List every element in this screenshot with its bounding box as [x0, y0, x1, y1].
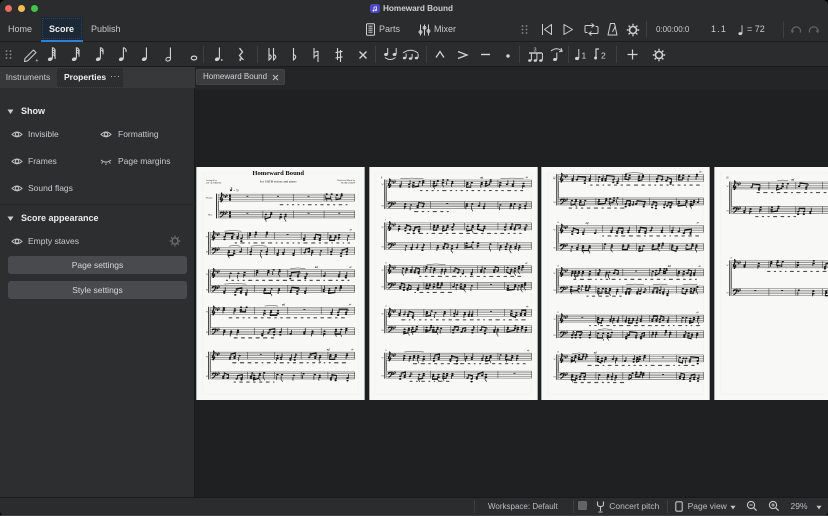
svg-text:1: 1	[582, 51, 587, 61]
svg-text:M: M	[726, 211, 728, 213]
svg-text:M: M	[381, 206, 383, 208]
svg-text:Homeward Bound: Homeward Bound	[253, 170, 305, 177]
svg-text:Arranged by: Arranged by	[206, 179, 218, 182]
svg-text:M: M	[554, 335, 556, 337]
svg-text:14: 14	[557, 221, 559, 224]
svg-text:M: M	[554, 202, 556, 204]
svg-text:M: M	[206, 289, 208, 291]
svg-text:M: M	[381, 247, 383, 249]
svg-text:21: 21	[385, 350, 387, 352]
svg-text:19: 19	[730, 258, 732, 260]
svg-text:9: 9	[385, 220, 386, 222]
svg-text:for SATB voices and piano: for SATB voices and piano	[260, 180, 297, 184]
svg-text:Words and Music by: Words and Music by	[337, 180, 356, 182]
svg-text:M: M	[554, 377, 556, 379]
svg-text:13: 13	[385, 263, 387, 265]
svg-text:M: M	[206, 376, 208, 378]
svg-text:= 70: = 70	[234, 189, 240, 192]
svg-text:M: M	[554, 290, 556, 292]
svg-text:M: M	[381, 286, 383, 288]
svg-text:M: M	[381, 375, 383, 377]
svg-text:M: M	[726, 293, 728, 295]
svg-text:Women: Women	[206, 198, 214, 200]
svg-text:MARTA KEEN: MARTA KEEN	[342, 182, 356, 185]
svg-text:2: 2	[601, 51, 606, 61]
svg-text:M: M	[554, 248, 556, 250]
svg-text:M: M	[206, 252, 208, 254]
svg-text:22: 22	[557, 312, 559, 314]
svg-text:M: M	[381, 330, 383, 332]
svg-text:JAY ALTHOUSE: JAY ALTHOUSE	[206, 182, 222, 185]
svg-text:M: M	[206, 332, 208, 334]
